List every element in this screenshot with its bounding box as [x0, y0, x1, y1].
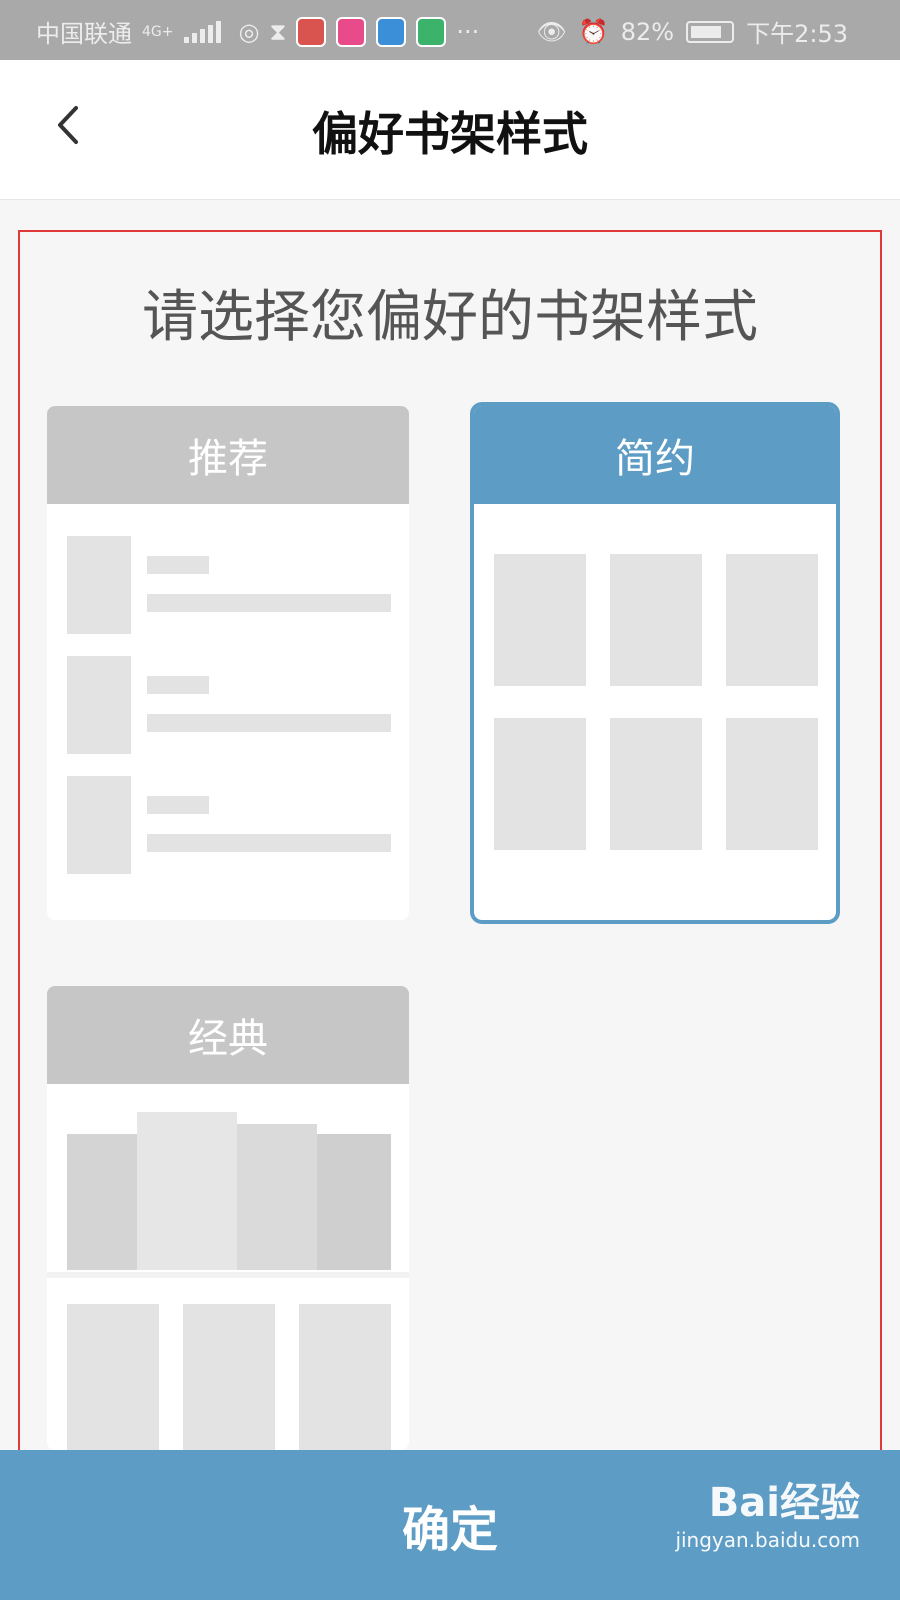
- title-line-placeholder: [147, 796, 209, 814]
- clock-time: 下午2:53: [746, 20, 848, 48]
- desc-line-placeholder: [147, 594, 391, 612]
- book-cover-placeholder: [494, 718, 586, 850]
- hourglass-icon: ⧗: [269, 17, 287, 46]
- book-cover-placeholder: [67, 536, 131, 634]
- shelf-book-placeholder: [67, 1134, 137, 1270]
- section-heading: 请选择您偏好的书架样式: [142, 285, 758, 350]
- style-option-recommend[interactable]: 推荐: [47, 406, 409, 920]
- book-cover-placeholder: [299, 1304, 391, 1450]
- status-right: 👁 ⏰ 82% 下午2:53: [536, 14, 848, 49]
- shelf-book-placeholder: [317, 1134, 391, 1270]
- app-icon-red: [296, 16, 327, 47]
- book-cover-placeholder: [610, 718, 702, 850]
- app-icon-video: [336, 16, 367, 47]
- page-title: 偏好书架样式: [312, 107, 588, 161]
- network-type: 4G+: [142, 23, 174, 40]
- book-cover-placeholder: [726, 554, 818, 686]
- eye-icon: 👁: [536, 17, 567, 46]
- status-left: 中国联通 4G+ ◎ ⧗ ···: [36, 14, 479, 49]
- app-icon-green: [416, 16, 447, 47]
- book-cover-placeholder: [494, 554, 586, 686]
- style-option-classic[interactable]: 经典: [47, 986, 409, 1450]
- book-cover-placeholder: [726, 718, 818, 850]
- desc-line-placeholder: [147, 714, 391, 732]
- option-label: 推荐: [47, 406, 409, 504]
- status-bar: 中国联通 4G+ ◎ ⧗ ··· 👁 ⏰ 82% 下午2:53: [0, 0, 900, 60]
- option-label: 经典: [47, 986, 409, 1084]
- wifi-icon: ◎: [238, 17, 260, 46]
- baidu-watermark: Bai经验 jingyan.baidu.com: [675, 1470, 860, 1552]
- more-notifications: ···: [456, 17, 480, 46]
- style-option-simple[interactable]: 简约: [470, 402, 840, 924]
- book-cover-placeholder: [67, 776, 131, 874]
- watermark-url: jingyan.baidu.com: [675, 1528, 860, 1552]
- book-cover-placeholder: [67, 1304, 159, 1450]
- desc-line-placeholder: [147, 834, 391, 852]
- book-cover-placeholder: [183, 1304, 275, 1450]
- title-line-placeholder: [147, 676, 209, 694]
- title-line-placeholder: [147, 556, 209, 574]
- book-cover-placeholder: [610, 554, 702, 686]
- option-label: 简约: [474, 406, 836, 504]
- watermark-brand: Bai经验: [708, 1480, 860, 1526]
- app-icon-blue: [376, 16, 407, 47]
- book-cover-placeholder: [67, 656, 131, 754]
- signal-icon: [183, 20, 221, 43]
- nav-header: 偏好书架样式: [0, 60, 900, 200]
- battery-icon: [686, 20, 735, 43]
- alarm-icon: ⏰: [578, 17, 609, 46]
- shelf-divider: [47, 1272, 409, 1278]
- shelf-book-placeholder: [137, 1112, 237, 1270]
- carrier-name: 中国联通: [36, 20, 132, 48]
- shelf-book-placeholder: [237, 1124, 317, 1270]
- battery-percent: 82%: [620, 17, 675, 46]
